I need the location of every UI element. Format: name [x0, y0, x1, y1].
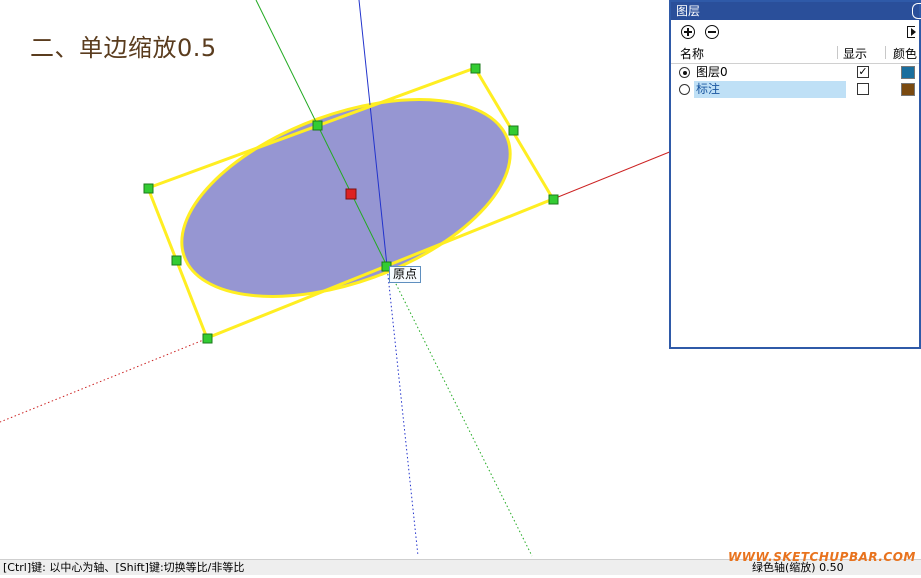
grip-center[interactable]	[345, 188, 357, 200]
layer-name[interactable]: 图层0	[694, 64, 730, 81]
panel-corner-icon	[912, 3, 921, 19]
remove-layer-icon[interactable]	[705, 25, 719, 39]
column-divider	[837, 46, 838, 59]
layer-row[interactable]: 标注	[671, 81, 919, 98]
details-icon[interactable]	[907, 26, 916, 38]
layer-color-swatch[interactable]	[901, 83, 915, 96]
active-layer-radio[interactable]	[679, 67, 690, 78]
layer-color-swatch[interactable]	[901, 66, 915, 79]
grip-corner-bottom-right[interactable]	[548, 194, 559, 205]
visible-checkbox[interactable]: ✓	[857, 66, 869, 78]
add-layer-icon[interactable]	[681, 25, 695, 39]
status-hint: [Ctrl]键: 以中心为轴、[Shift]键:切换等比/非等比	[3, 561, 245, 574]
green-axis-negative	[386, 265, 533, 557]
column-visible[interactable]: 显示	[843, 46, 867, 63]
layers-panel-titlebar[interactable]: 图层	[671, 2, 921, 20]
layers-column-header: 名称 显示 颜色	[671, 46, 919, 64]
layer-row[interactable]: 图层0 ✓	[671, 64, 919, 81]
layers-panel: 图层 名称 显示 颜色 图层0 ✓ 标注	[669, 0, 921, 349]
column-name[interactable]: 名称	[680, 46, 704, 63]
grip-edge-left[interactable]	[171, 255, 182, 266]
origin-tooltip: 原点	[389, 266, 422, 283]
grip-corner-top-left[interactable]	[143, 183, 154, 194]
grip-edge-top[interactable]	[312, 120, 323, 131]
layers-toolbar	[671, 20, 919, 46]
tutorial-heading: 二、单边缩放0.5	[30, 34, 217, 62]
active-layer-radio[interactable]	[679, 84, 690, 95]
grip-corner-top-right[interactable]	[470, 63, 481, 74]
visible-checkbox[interactable]	[857, 83, 869, 95]
column-divider	[885, 46, 886, 59]
layer-name[interactable]: 标注	[694, 81, 846, 98]
grip-edge-right[interactable]	[508, 125, 519, 136]
column-color[interactable]: 颜色	[893, 46, 917, 63]
layers-panel-title: 图层	[676, 4, 701, 18]
watermark: WWW.SKETCHUPBAR.COM	[728, 550, 916, 564]
grip-corner-bottom-left[interactable]	[202, 333, 213, 344]
blue-axis-negative	[386, 265, 419, 557]
